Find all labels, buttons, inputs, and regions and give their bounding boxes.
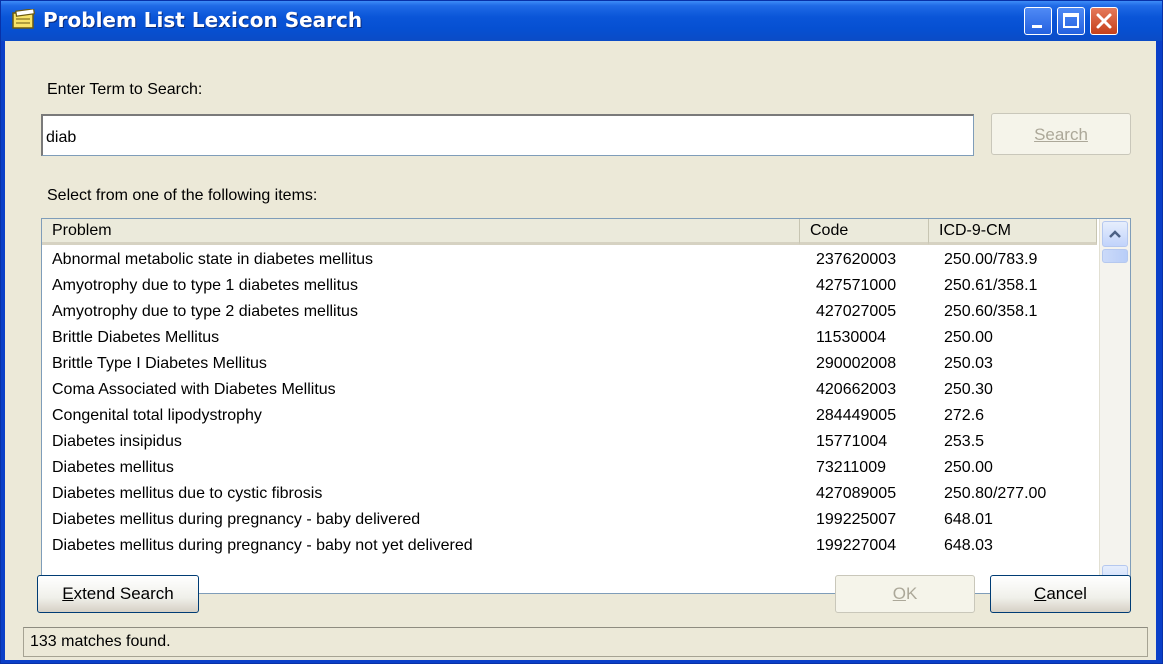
code-cell: 11530004: [816, 329, 886, 346]
icd-cell: 253.5: [944, 433, 985, 450]
extend-search-label: xtend Search: [73, 584, 174, 603]
cancel-button[interactable]: Cancel: [990, 575, 1131, 613]
list-label: Select from one of the following items:: [47, 187, 318, 204]
code-cell: 199227004: [816, 537, 897, 554]
code-cell: 237620003: [816, 251, 897, 268]
close-icon: [1096, 13, 1112, 29]
scroll-thumb[interactable]: [1102, 249, 1128, 263]
problem-cell: Brittle Diabetes Mellitus: [52, 329, 220, 346]
list-item[interactable]: Abnormal metabolic state in diabetes mel…: [42, 247, 1098, 273]
icd-cell: 648.03: [944, 537, 993, 554]
list-item[interactable]: Diabetes mellitus during pregnancy - bab…: [42, 507, 1098, 533]
list-item[interactable]: Diabetes mellitus due to cystic fibrosis…: [42, 481, 1098, 507]
ok-button[interactable]: OK: [835, 575, 975, 613]
list-item[interactable]: Amyotrophy due to type 1 diabetes mellit…: [42, 273, 1098, 299]
dialog-body: Enter Term to Search: Search Select from…: [5, 41, 1156, 660]
list-item[interactable]: Brittle Type I Diabetes Mellitus 29000200…: [42, 351, 1098, 377]
problem-cell: Diabetes insipidus: [52, 433, 182, 450]
icd-cell: 250.00: [944, 459, 993, 476]
problem-cell: Amyotrophy due to type 2 diabetes mellit…: [52, 303, 358, 320]
icd-cell: 250.03: [944, 355, 993, 372]
search-input[interactable]: [41, 114, 974, 156]
column-header-code[interactable]: Code: [800, 219, 929, 245]
ok-mnemonic: O: [892, 584, 906, 603]
icd-cell: 648.01: [944, 511, 993, 528]
column-header-problem[interactable]: Problem: [42, 219, 800, 245]
icd-cell: 250.30: [944, 381, 993, 398]
problem-cell: Diabetes mellitus during pregnancy - bab…: [52, 537, 473, 554]
cancel-mnemonic: C: [1034, 584, 1047, 603]
problem-cell: Amyotrophy due to type 1 diabetes mellit…: [52, 277, 358, 294]
results-list[interactable]: Problem Code ICD-9-CM Abnormal metabolic…: [41, 218, 1131, 594]
vertical-scrollbar[interactable]: [1099, 219, 1130, 593]
lexicon-search-window: Problem List Lexicon Search Enter Term t…: [0, 0, 1163, 664]
search-button-label: Search: [1034, 125, 1088, 144]
list-item[interactable]: Congenital total lipodystrophy 284449005 2…: [42, 403, 1098, 429]
close-button[interactable]: [1090, 7, 1118, 35]
icd-cell: 250.61/358.1: [944, 277, 1038, 294]
icd-cell: 250.60/358.1: [944, 303, 1038, 320]
list-item[interactable]: Diabetes mellitus 73211009 250.00: [42, 455, 1098, 481]
cancel-label: ancel: [1046, 584, 1087, 603]
code-cell: 284449005: [816, 407, 897, 424]
scroll-up-button[interactable]: [1102, 221, 1128, 247]
extend-search-button[interactable]: Extend Search: [37, 575, 199, 613]
code-cell: 427027005: [816, 303, 897, 320]
list-item[interactable]: Diabetes insipidus 15771004 253.5: [42, 429, 1098, 455]
code-cell: 199225007: [816, 511, 897, 528]
ok-label: K: [905, 584, 918, 603]
minimize-button[interactable]: [1024, 7, 1052, 35]
problem-cell: Diabetes mellitus during pregnancy - bab…: [52, 511, 421, 528]
search-label: Enter Term to Search:: [47, 81, 203, 98]
icd-cell: 250.80/277.00: [944, 485, 1047, 502]
list-item[interactable]: Brittle Diabetes Mellitus 11530004 250.00: [42, 325, 1098, 351]
maximize-icon: [1063, 13, 1079, 28]
problem-cell: Diabetes mellitus due to cystic fibrosis: [52, 485, 323, 502]
list-item[interactable]: Diabetes mellitus during pregnancy - bab…: [42, 533, 1098, 559]
problem-cell: Diabetes mellitus: [52, 459, 174, 476]
minimize-icon: [1032, 25, 1042, 28]
problem-cell: Coma Associated with Diabetes Mellitus: [52, 381, 336, 398]
code-cell: 427571000: [816, 277, 897, 294]
window-title: Problem List Lexicon Search: [43, 8, 363, 32]
notepad-icon: [12, 9, 36, 29]
column-header-icd[interactable]: ICD-9-CM: [929, 219, 1097, 245]
problem-cell: Brittle Type I Diabetes Mellitus: [52, 355, 267, 372]
code-cell: 73211009: [816, 459, 886, 476]
extend-search-mnemonic: E: [62, 584, 74, 603]
problem-cell: Abnormal metabolic state in diabetes mel…: [52, 251, 374, 268]
list-item[interactable]: Coma Associated with Diabetes Mellitus 42…: [42, 377, 1098, 403]
title-bar[interactable]: Problem List Lexicon Search: [1, 1, 1162, 41]
code-cell: 15771004: [816, 433, 888, 450]
problem-cell: Congenital total lipodystrophy: [52, 407, 262, 424]
icd-cell: 250.00/783.9: [944, 251, 1038, 268]
maximize-button[interactable]: [1057, 7, 1085, 35]
chevron-up-icon: [1109, 230, 1121, 238]
code-cell: 427089005: [816, 485, 897, 502]
search-button[interactable]: Search: [991, 113, 1131, 155]
code-cell: 290002008: [816, 355, 897, 372]
icd-cell: 272.6: [944, 407, 985, 424]
results-rows: Abnormal metabolic state in diabetes mel…: [42, 247, 1098, 559]
icd-cell: 250.00: [944, 329, 993, 346]
list-item[interactable]: Amyotrophy due to type 2 diabetes mellit…: [42, 299, 1098, 325]
code-cell: 420662003: [816, 381, 897, 398]
status-bar: 133 matches found.: [23, 627, 1148, 657]
